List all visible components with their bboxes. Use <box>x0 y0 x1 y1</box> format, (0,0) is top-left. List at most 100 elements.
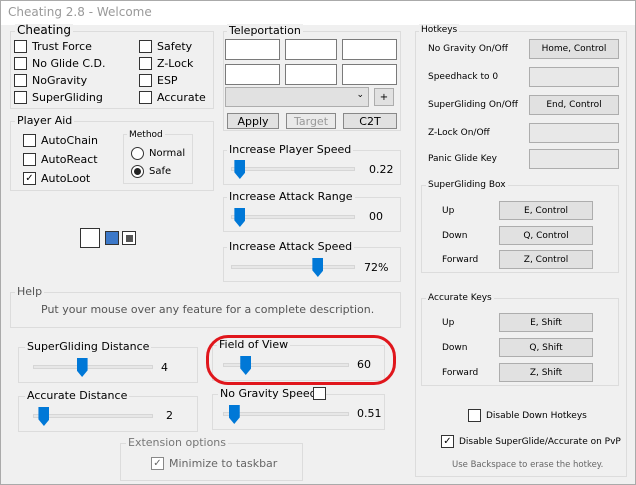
disable-down-hotkeys-checkbox[interactable]: Disable Down Hotkeys <box>468 409 587 422</box>
superglide-distance-label: SuperGliding Distance <box>25 340 152 353</box>
player-speed-value: 0.22 <box>369 163 394 176</box>
superglide-distance-track[interactable] <box>33 365 153 369</box>
hotkey-label: Z-Lock On/Off <box>428 128 490 138</box>
attack-speed-value: 72% <box>364 261 389 274</box>
main-window: Cheating 2.8 - Welcome Cheating Trust Fo… <box>0 0 636 485</box>
checkbox-box[interactable] <box>14 40 27 53</box>
chevron-down-icon: ⌄ <box>356 90 364 100</box>
blank-square-icon[interactable] <box>80 228 100 248</box>
hotkey-no-gravity-button[interactable]: Home, Control <box>529 39 619 59</box>
player-aid-title: Player Aid <box>15 114 75 127</box>
checkbox-box[interactable] <box>139 91 152 104</box>
checkbox-box[interactable]: ✓ <box>151 457 164 470</box>
checkbox-box[interactable]: ✓ <box>441 435 454 448</box>
no-glide-cd-checkbox[interactable]: No Glide C.D. <box>14 57 105 70</box>
highlight-annotation <box>206 335 396 385</box>
teleport-z2-input[interactable] <box>342 64 397 85</box>
checkbox-box[interactable] <box>23 153 36 166</box>
trust-force-checkbox[interactable]: Trust Force <box>14 40 92 53</box>
image-icon[interactable] <box>105 231 119 245</box>
accurate-up-button[interactable]: E, Shift <box>499 313 593 332</box>
hotkey-label: No Gravity On/Off <box>428 44 508 54</box>
add-location-button[interactable]: + <box>374 88 394 106</box>
checkbox-box[interactable] <box>14 74 27 87</box>
accurate-down-label: Down <box>442 343 468 353</box>
accurate-distance-track[interactable] <box>33 414 153 418</box>
superglide-forward-label: Forward <box>442 255 479 265</box>
player-speed-track[interactable] <box>231 167 355 171</box>
attack-speed-label: Increase Attack Speed <box>227 240 355 253</box>
hotkey-z-lock-button[interactable] <box>529 123 619 143</box>
method-safe-radio[interactable]: Safe <box>131 165 171 178</box>
teleport-location-select[interactable]: ⌄ <box>225 87 369 107</box>
player-speed-label: Increase Player Speed <box>227 143 354 156</box>
checkbox-box[interactable] <box>14 91 27 104</box>
teleport-x-input[interactable] <box>225 39 280 60</box>
checkbox-box[interactable]: ✓ <box>23 172 36 185</box>
accurate-forward-label: Forward <box>442 368 479 378</box>
esp-checkbox[interactable]: ESP <box>139 74 178 87</box>
z-lock-checkbox[interactable]: Z-Lock <box>139 57 193 70</box>
no-gravity-speed-label: No Gravity Speed <box>218 387 319 400</box>
apply-button[interactable]: Apply <box>227 113 279 129</box>
method-title: Method <box>127 129 165 142</box>
extension-options-title: Extension options <box>126 436 229 449</box>
checkbox-box[interactable] <box>139 74 152 87</box>
checkbox-box[interactable] <box>139 57 152 70</box>
title-bar[interactable]: Cheating 2.8 - Welcome <box>1 1 635 25</box>
accurate-distance-value: 2 <box>166 409 173 422</box>
superglide-box-title: SuperGliding Box <box>426 179 508 192</box>
superglide-down-label: Down <box>442 231 468 241</box>
hotkeys-hint: Use Backspace to erase the hotkey. <box>452 460 604 470</box>
accurate-forward-button[interactable]: Z, Shift <box>499 363 593 382</box>
attack-range-label: Increase Attack Range <box>227 190 355 203</box>
supergliding-checkbox[interactable]: SuperGliding <box>14 91 103 104</box>
teleport-z-input[interactable] <box>342 39 397 60</box>
autoloot-checkbox[interactable]: ✓ AutoLoot <box>23 172 90 185</box>
hotkey-panic-glide-button[interactable] <box>529 149 619 169</box>
superglide-distance-value: 4 <box>161 361 168 374</box>
cheating-title: Cheating <box>15 23 73 37</box>
hotkey-label: Speedhack to 0 <box>428 72 499 82</box>
color-swatch-icon[interactable] <box>122 231 136 245</box>
hotkey-speedhack-button[interactable] <box>529 67 619 87</box>
teleport-x2-input[interactable] <box>225 64 280 85</box>
attack-range-value: 00 <box>369 210 383 223</box>
teleport-y2-input[interactable] <box>285 64 337 85</box>
safety-checkbox[interactable]: Safety <box>139 40 192 53</box>
attack-speed-track[interactable] <box>231 265 355 269</box>
checkbox-box[interactable] <box>468 409 481 422</box>
accurate-distance-label: Accurate Distance <box>25 389 130 402</box>
superglide-up-label: Up <box>442 206 455 216</box>
hotkey-label: Panic Glide Key <box>428 154 497 164</box>
help-title: Help <box>15 285 45 298</box>
superglide-up-button[interactable]: E, Control <box>499 201 593 220</box>
hotkey-label: SuperGliding On/Off <box>428 100 518 110</box>
checkbox-box[interactable] <box>139 40 152 53</box>
autoreact-checkbox[interactable]: AutoReact <box>23 153 98 166</box>
accurate-down-button[interactable]: Q, Shift <box>499 338 593 357</box>
c2t-button[interactable]: C2T <box>343 113 397 129</box>
teleport-y-input[interactable] <box>285 39 337 60</box>
autochain-checkbox[interactable]: AutoChain <box>23 134 98 147</box>
checkbox-box[interactable] <box>14 57 27 70</box>
checkbox-box[interactable] <box>23 134 36 147</box>
disable-superglide-pvp-checkbox[interactable]: ✓ Disable SuperGlide/Accurate on PvP <box>441 435 621 448</box>
teleportation-title: Teleportation <box>227 24 303 37</box>
attack-range-track[interactable] <box>231 215 355 219</box>
method-normal-radio[interactable]: Normal <box>131 147 185 160</box>
radio-circle[interactable] <box>131 165 144 178</box>
minimize-taskbar-checkbox[interactable]: ✓ Minimize to taskbar <box>151 457 277 470</box>
no-gravity-speed-checkbox[interactable] <box>313 387 326 400</box>
no-gravity-speed-track[interactable] <box>223 412 349 416</box>
target-button[interactable]: Target <box>286 113 336 129</box>
superglide-down-button[interactable]: Q, Control <box>499 226 593 245</box>
hotkey-supergliding-button[interactable]: End, Control <box>529 95 619 115</box>
nogravity-checkbox[interactable]: NoGravity <box>14 74 87 87</box>
accurate-checkbox[interactable]: Accurate <box>139 91 206 104</box>
radio-circle[interactable] <box>131 147 144 160</box>
superglide-forward-button[interactable]: Z, Control <box>499 250 593 269</box>
accurate-up-label: Up <box>442 318 455 328</box>
hotkeys-title: Hotkeys <box>419 24 460 37</box>
window-title: Cheating 2.8 - Welcome <box>8 5 152 19</box>
